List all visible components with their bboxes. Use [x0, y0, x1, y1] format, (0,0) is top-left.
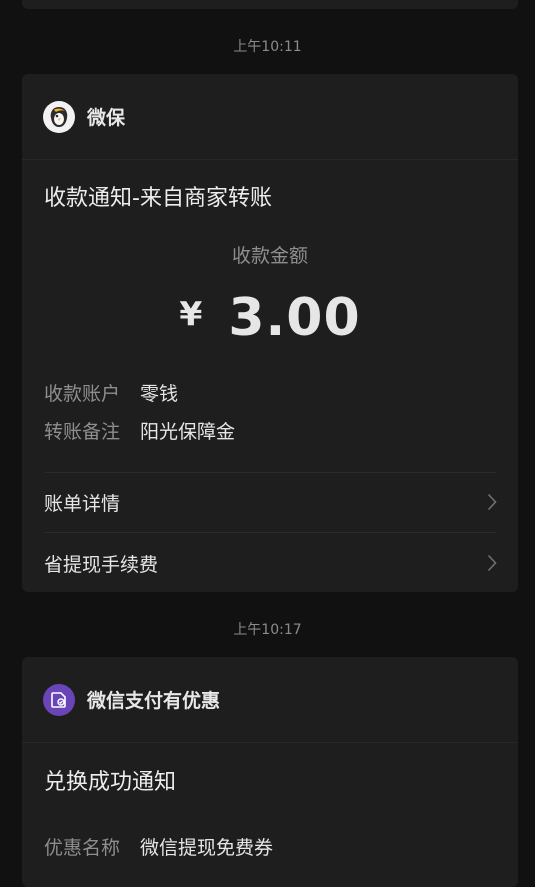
- field-value: 阳光保障金: [140, 421, 236, 443]
- save-withdrawal-fee-link[interactable]: 省提现手续费: [44, 548, 500, 578]
- link-label: 账单详情: [44, 492, 121, 515]
- amount-display: ¥3.00: [22, 284, 518, 360]
- card-header: 微信支付有优惠: [22, 657, 518, 743]
- payment-notice-card[interactable]: 微保 收款通知-来自商家转账 收款金额 ¥3.00 收款账户 零钱 转账备注 阳光保…: [22, 74, 518, 592]
- bill-details-link[interactable]: 账单详情: [44, 487, 500, 517]
- coupon-notice-card[interactable]: 微信支付有优惠 兑换成功通知 优惠名称 微信提现免费券: [22, 657, 518, 887]
- chevron-right-icon: [484, 552, 500, 574]
- field-value: 微信提现免费券: [140, 837, 274, 859]
- chevron-right-icon: [484, 491, 500, 513]
- weibao-logo-icon[interactable]: [43, 100, 75, 133]
- card-header: 微保: [22, 74, 518, 160]
- field-key: 转账备注: [44, 421, 121, 443]
- field-receiving-account: 收款账户 零钱: [44, 381, 178, 407]
- amount-label: 收款金额: [231, 245, 308, 267]
- app-name[interactable]: 微信支付有优惠: [87, 686, 220, 713]
- amount-value: 3.00: [228, 288, 361, 348]
- field-key: 优惠名称: [44, 837, 121, 859]
- coupon-icon[interactable]: [43, 683, 75, 716]
- message-title: 收款通知-来自商家转账: [44, 186, 272, 211]
- app-name[interactable]: 微保: [87, 103, 125, 130]
- field-value: 零钱: [140, 383, 179, 405]
- field-transfer-note: 转账备注 阳光保障金: [44, 419, 235, 445]
- previous-message-card[interactable]: [22, 0, 518, 9]
- message-timestamp: 上午10:11: [233, 39, 302, 55]
- currency-symbol: ¥: [179, 294, 203, 333]
- divider: [44, 472, 496, 473]
- field-coupon-name: 优惠名称 微信提现免费券: [44, 835, 273, 861]
- message-timestamp: 上午10:17: [233, 622, 302, 638]
- link-label: 省提现手续费: [44, 553, 159, 576]
- message-title: 兑换成功通知: [44, 770, 177, 795]
- field-key: 收款账户: [44, 383, 121, 405]
- divider: [44, 532, 496, 533]
